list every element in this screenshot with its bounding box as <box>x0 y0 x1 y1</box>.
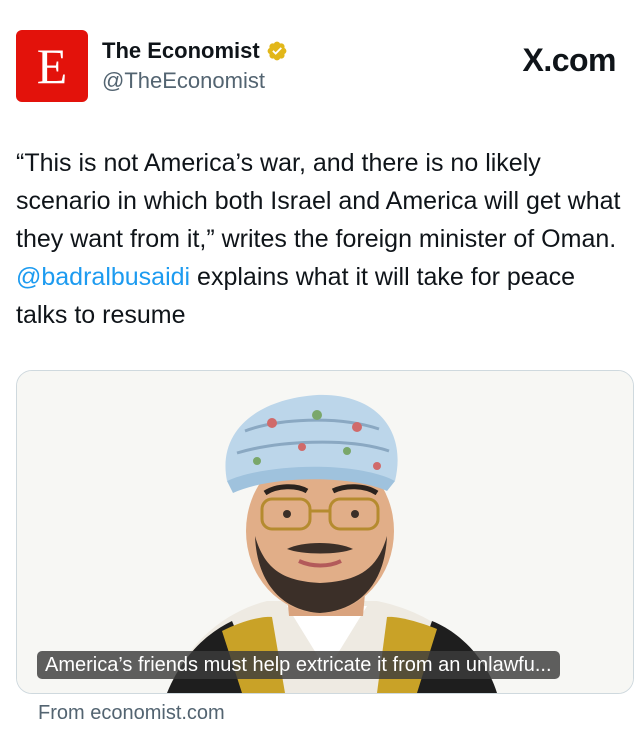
mention-link[interactable]: @badralbusaidi <box>16 263 190 291</box>
portrait-illustration <box>17 371 633 693</box>
tweet-text-start: “This is not America’s war, and there is… <box>16 149 621 253</box>
account-info[interactable]: The Economist @TheEconomist <box>102 36 288 94</box>
display-name-row: The Economist <box>102 36 288 66</box>
display-name[interactable]: The Economist <box>102 38 260 64</box>
account-handle[interactable]: @TheEconomist <box>102 68 288 94</box>
verified-badge-icon <box>267 41 287 61</box>
card-caption: America’s friends must help extricate it… <box>37 651 560 679</box>
link-card[interactable]: America’s friends must help extricate it… <box>16 370 634 694</box>
source-label: X.com <box>522 42 616 78</box>
economist-logo[interactable]: E <box>16 30 88 102</box>
card-source-domain[interactable]: From economist.com <box>38 702 225 725</box>
tweet-header: E The Economist @TheEconomist X.com <box>16 30 624 104</box>
tweet-text: “This is not America’s war, and there is… <box>16 144 628 334</box>
